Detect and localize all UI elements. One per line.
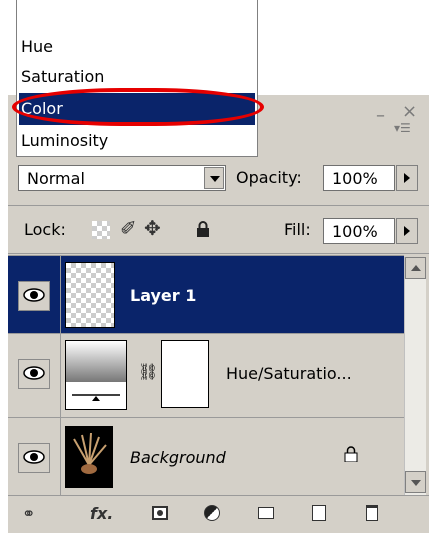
layers-bottom-bar: ⚭ fx. [8,495,429,533]
highlight-ring [12,88,264,126]
adjustment-layer-icon[interactable] [204,505,220,521]
divider [8,205,429,206]
visibility-toggle[interactable] [18,359,50,389]
lock-all-icon[interactable] [196,221,210,237]
opacity-label: Opacity: [236,168,302,187]
divider [8,253,429,254]
opacity-arrow-button[interactable] [396,165,418,191]
layer-name[interactable]: Layer 1 [130,286,196,305]
divider [60,334,61,418]
adjustment-icon [65,340,127,410]
layer-mask-thumbnail[interactable] [161,340,209,408]
layer-mask-icon[interactable] [152,506,168,520]
layers-scrollbar[interactable] [404,257,426,495]
divider [60,418,61,502]
divider [60,256,61,340]
trash-icon[interactable] [366,505,378,521]
layer-name[interactable]: Background [130,448,226,467]
opacity-field[interactable]: 100% [323,165,395,191]
eye-icon [23,450,45,464]
fx-icon[interactable]: fx. [90,504,113,523]
opacity-value: 100% [332,169,378,188]
layer-thumbnail [65,262,115,328]
link-layers-icon[interactable]: ⚭ [22,504,35,523]
eye-icon [23,366,45,380]
blend-mode-select[interactable]: Normal [18,165,226,191]
panel-menu-icon[interactable]: ▾☰ [394,121,411,135]
fill-field[interactable]: 100% [323,218,395,244]
scroll-up-button[interactable] [405,257,426,279]
visibility-toggle[interactable] [18,281,50,311]
chain-link-icon[interactable]: ⛓ [138,362,158,381]
blend-mode-menu: Hue Saturation Color Luminosity [16,0,258,157]
new-layer-icon[interactable] [312,505,326,521]
menu-item-hue[interactable]: Hue [21,37,53,56]
layer-row-hue-saturation[interactable]: ⛓ Hue/Saturatio... [8,333,404,418]
lock-label: Lock: [24,220,66,239]
lock-position-icon[interactable]: ✥ [144,216,161,240]
fill-arrow-button[interactable] [396,218,418,244]
new-group-icon[interactable] [258,507,274,519]
lock-image-icon[interactable]: ✐ [120,216,137,240]
layer-name[interactable]: Hue/Saturatio... [226,364,352,383]
visibility-toggle[interactable] [18,443,50,473]
blend-mode-value: Normal [27,169,85,188]
fill-label: Fill: [284,220,311,239]
layer-row-layer-1[interactable]: Layer 1 [8,255,404,340]
fill-value: 100% [332,222,378,241]
menu-item-saturation[interactable]: Saturation [21,67,104,86]
eye-icon [23,288,45,302]
background-thumbnail [65,426,113,488]
lock-transparent-icon[interactable] [92,221,110,239]
minimize-icon[interactable]: – [376,105,385,126]
layer-row-background[interactable]: Background [8,417,404,502]
menu-item-luminosity[interactable]: Luminosity [21,131,108,150]
scroll-down-button[interactable] [405,471,426,493]
close-icon[interactable]: × [402,101,417,122]
chevron-down-icon[interactable] [204,167,224,189]
lock-icon [344,446,358,463]
